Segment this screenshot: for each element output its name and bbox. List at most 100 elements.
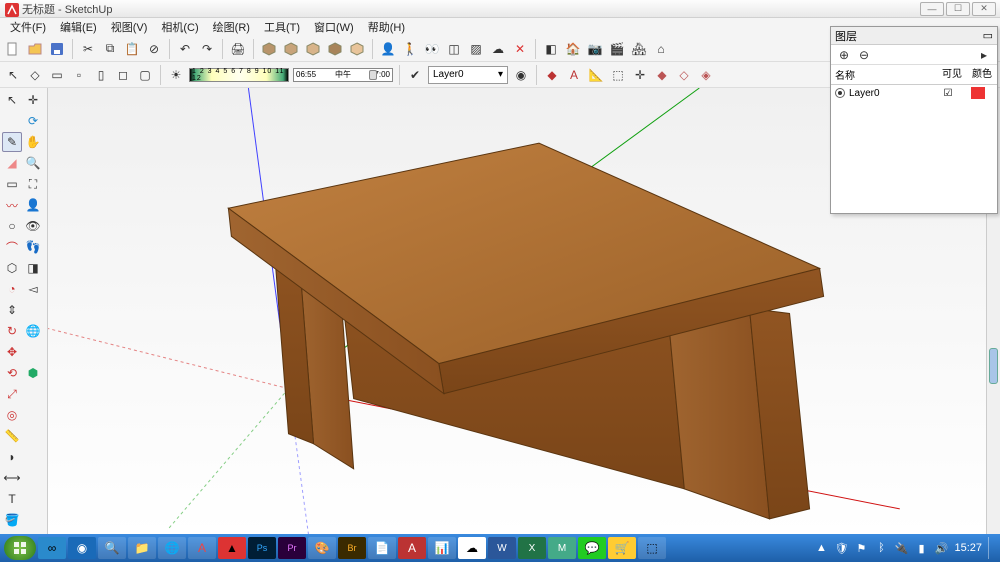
close-button[interactable]: ✕ — [972, 2, 996, 16]
dim-icon[interactable]: ◆ — [543, 66, 561, 84]
task-item[interactable]: W — [488, 537, 516, 559]
task-item[interactable]: 🎨 — [308, 537, 336, 559]
layer-visible-icon[interactable]: ✔ — [406, 66, 424, 84]
redo-icon[interactable]: ↷ — [198, 40, 216, 58]
time-slider[interactable]: 06:55 中午 17:00 — [293, 68, 393, 82]
orbit-tool-icon[interactable]: ⟳ — [23, 111, 43, 131]
rectangle-tool-icon[interactable]: ▭ — [2, 174, 22, 194]
layer-menu-icon[interactable]: ▸ — [975, 46, 993, 64]
component-icon[interactable] — [282, 40, 300, 58]
add-layer-icon[interactable]: ⊕ — [835, 46, 853, 64]
task-item[interactable]: A — [398, 537, 426, 559]
ext3-icon[interactable]: ◈ — [697, 66, 715, 84]
explode-icon[interactable] — [326, 40, 344, 58]
zoom-tool-icon[interactable]: 🔍 — [23, 153, 43, 173]
followme-tool-icon[interactable]: ↻ — [2, 321, 22, 341]
undo-icon[interactable]: ↶ — [176, 40, 194, 58]
task-item[interactable]: M — [548, 537, 576, 559]
layers-col-name[interactable]: 名称 — [831, 65, 937, 84]
task-item[interactable]: ⬚ — [638, 537, 666, 559]
tray-clock[interactable]: 15:27 — [954, 542, 982, 554]
iso-icon[interactable]: ◇ — [26, 66, 44, 84]
section-tool-icon[interactable]: ◨ — [23, 258, 43, 278]
tray-bluetooth-icon[interactable]: ᛒ — [874, 541, 888, 555]
eraser-tool-icon[interactable]: ◢ — [2, 153, 22, 173]
menu-tools[interactable]: 工具(T) — [258, 19, 306, 35]
new-icon[interactable] — [4, 40, 22, 58]
ext1-icon[interactable]: ◆ — [653, 66, 671, 84]
menu-draw[interactable]: 绘图(R) — [207, 19, 256, 35]
copy-icon[interactable]: ⧉ — [101, 40, 119, 58]
task-item[interactable]: 🔍 — [98, 537, 126, 559]
minimize-button[interactable]: — — [920, 2, 944, 16]
walk-icon[interactable]: 🚶 — [401, 40, 419, 58]
print-icon[interactable]: 🖨 — [229, 40, 247, 58]
polygon-tool-icon[interactable]: ⬡ — [2, 258, 22, 278]
task-item[interactable]: A — [188, 537, 216, 559]
dimension-tool-icon[interactable]: ⟷ — [2, 468, 22, 488]
fog-icon[interactable]: ☁ — [489, 40, 507, 58]
menu-edit[interactable]: 编辑(E) — [54, 19, 103, 35]
tray-battery-icon[interactable]: ▮ — [914, 541, 928, 555]
position-camera-icon[interactable]: 👤 — [23, 195, 43, 215]
shadow-icon[interactable]: ▨ — [467, 40, 485, 58]
group-icon[interactable] — [304, 40, 322, 58]
extension-icon[interactable]: ⬢ — [23, 363, 43, 383]
look-around-icon[interactable]: 👁 — [23, 216, 43, 236]
maximize-button[interactable]: ☐ — [946, 2, 970, 16]
layer-manager-icon[interactable]: ◉ — [512, 66, 530, 84]
menu-camera[interactable]: 相机(C) — [155, 19, 204, 35]
remove-layer-icon[interactable]: ⊖ — [855, 46, 873, 64]
right-icon[interactable]: ▯ — [92, 66, 110, 84]
task-item[interactable]: ▲ — [218, 537, 246, 559]
scene-icon[interactable]: 🎬 — [608, 40, 626, 58]
task-item[interactable]: X — [518, 537, 546, 559]
walk-tool-icon[interactable]: 👣 — [23, 237, 43, 257]
outliner-icon[interactable] — [348, 40, 366, 58]
house2-icon[interactable]: 🏘 — [630, 40, 648, 58]
tray-flag-icon[interactable]: ⚑ — [854, 541, 868, 555]
line-tool-icon[interactable]: ✎ — [2, 132, 22, 152]
delete-icon[interactable]: ⊘ — [145, 40, 163, 58]
scrollbar-thumb[interactable] — [989, 348, 998, 384]
menu-help[interactable]: 帮助(H) — [362, 19, 411, 35]
tray-up-icon[interactable]: ▲ — [814, 541, 828, 555]
paint-tool-icon[interactable]: 🪣 — [2, 510, 22, 530]
circle-tool-icon[interactable]: ○ — [2, 216, 22, 236]
axes-icon[interactable]: ✛ — [631, 66, 649, 84]
menu-file[interactable]: 文件(F) — [4, 19, 52, 35]
protractor-tool-icon[interactable]: ◗ — [2, 447, 22, 467]
rotate-tool-icon[interactable]: ⟲ — [2, 363, 22, 383]
house-icon[interactable]: 🏠 — [564, 40, 582, 58]
back-icon[interactable]: ◻ — [114, 66, 132, 84]
shadow-toggle-icon[interactable]: ☀ — [167, 66, 185, 84]
prev-icon[interactable]: ◅ — [23, 279, 43, 299]
tape-tool-icon[interactable]: 📏 — [2, 426, 22, 446]
task-item[interactable]: ∞ — [38, 537, 66, 559]
roof-icon[interactable]: ⌂ — [652, 40, 670, 58]
task-item[interactable]: 🛒 — [608, 537, 636, 559]
tray-shield-icon[interactable]: 🛡 — [834, 541, 848, 555]
pushpull-tool-icon[interactable]: ⇕ — [2, 300, 22, 320]
task-item[interactable]: Pr — [278, 537, 306, 559]
task-item[interactable]: 💬 — [578, 537, 606, 559]
arc-tool-icon[interactable]: ⌒ — [2, 237, 22, 257]
warehouse-icon[interactable]: 🌐 — [23, 321, 43, 341]
section-icon[interactable]: ◫ — [445, 40, 463, 58]
layer-active-radio[interactable] — [835, 88, 845, 98]
tray-volume-icon[interactable]: 🔊 — [934, 541, 948, 555]
task-item[interactable]: 🌐 — [158, 537, 186, 559]
layer-row[interactable]: Layer0 ☑ — [831, 85, 997, 101]
offset-tool-icon[interactable]: ◎ — [2, 405, 22, 425]
pan-tool-icon[interactable]: ✋ — [23, 132, 43, 152]
axes-tool-icon[interactable]: ✛ — [23, 90, 43, 110]
task-item[interactable]: ☁ — [458, 537, 486, 559]
task-item[interactable]: ◉ — [68, 537, 96, 559]
3dtext-icon[interactable]: 📐 — [587, 66, 605, 84]
task-item[interactable]: Ps — [248, 537, 276, 559]
layer-visible-checkbox[interactable]: ☑ — [933, 88, 963, 99]
text-tool-icon[interactable]: T — [2, 489, 22, 509]
open-icon[interactable] — [26, 40, 44, 58]
person-icon[interactable]: 👤 — [379, 40, 397, 58]
ext2-icon[interactable]: ◇ — [675, 66, 693, 84]
